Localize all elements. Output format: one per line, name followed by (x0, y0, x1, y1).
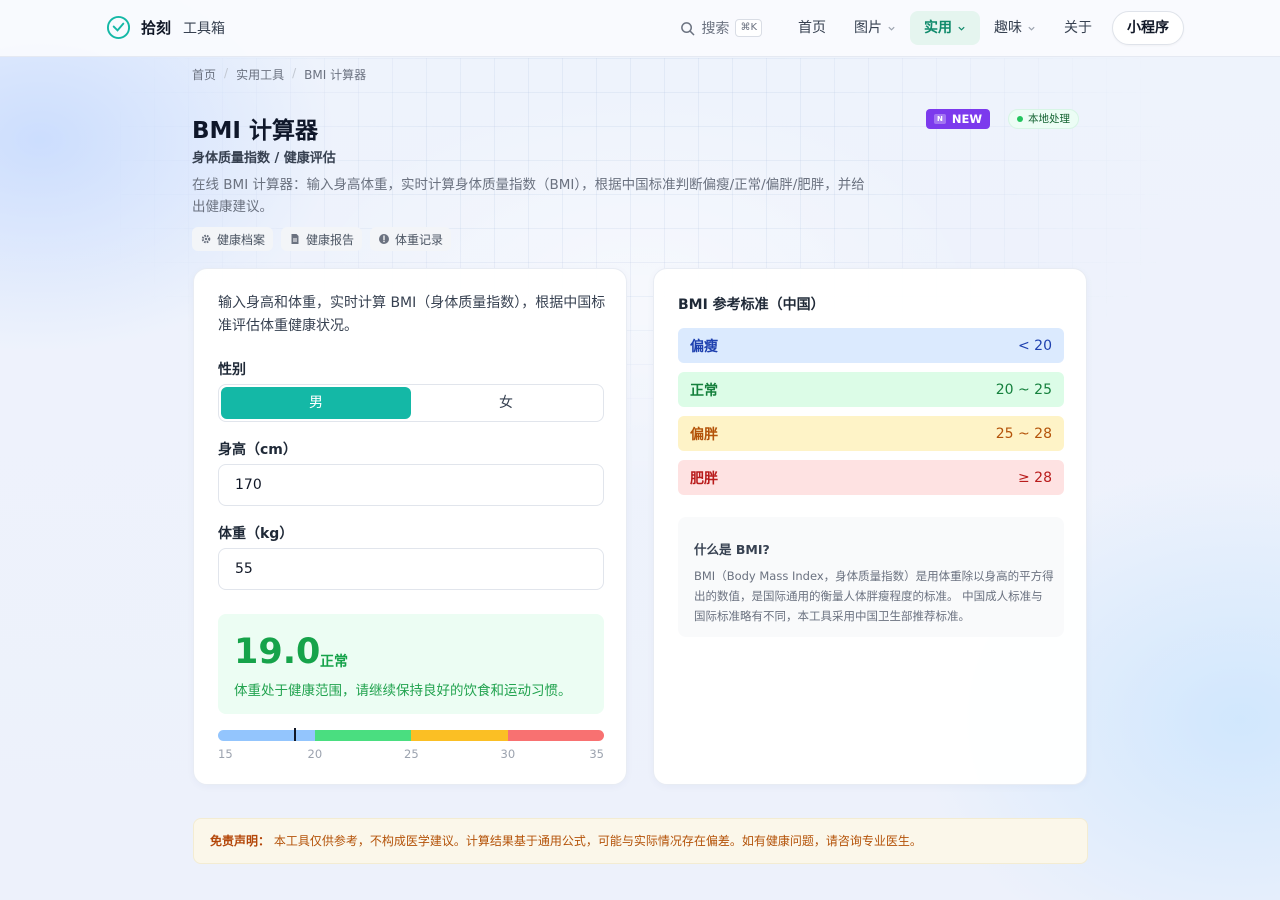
chevron-down-icon (1028, 26, 1035, 31)
mini-program-button[interactable]: 小程序 (1112, 11, 1184, 45)
bmi-result-panel: 19.0 正常 体重处于健康范围，请继续保持良好的饮食和运动习惯。 (218, 614, 604, 714)
gear-icon (201, 234, 211, 244)
breadcrumb-separator: / (292, 66, 297, 80)
new-badge: N NEW (926, 109, 991, 129)
document-icon (291, 234, 299, 244)
reference-row-category: 偏胖 (690, 426, 718, 443)
chevron-down-icon (888, 26, 895, 31)
breadcrumb: 首页 / 实用工具 / BMI 计算器 (192, 66, 366, 83)
local-processing-label: 本地处理 (1028, 113, 1071, 125)
local-processing-badge: 本地处理 (1008, 109, 1080, 129)
reference-row: 偏瘦 < 20 (678, 328, 1064, 363)
tag-label: 健康报告 (306, 232, 355, 247)
badge-group: N NEW 本地处理 (926, 109, 1080, 129)
bmi-scale-segment (314, 730, 411, 741)
reference-card: BMI 参考标准（中国） 偏瘦 < 20 正常 20 ~ 25 偏胖 25 ~ 28 肥胖 ≥… (653, 268, 1087, 785)
bmi-info-text: BMI（Body Mass Index，身体质量指数）是用体重除以身高的平方得出… (694, 569, 1054, 623)
bmi-scale-segment (411, 730, 508, 741)
logo[interactable]: 拾刻 工具箱 (106, 15, 225, 40)
reference-row-range: 25 ~ 28 (995, 425, 1052, 442)
nav-about-label: 关于 (1064, 20, 1092, 36)
bmi-scale-marker (294, 728, 297, 741)
page-title: BMI 计算器 (192, 118, 318, 144)
bmi-scale-bar (218, 730, 604, 741)
nav-images-label: 图片 (854, 20, 882, 36)
gender-toggle: 男 女 (218, 384, 604, 422)
bmi-scale-tick: 15 (218, 747, 233, 761)
height-label: 身高（cm） (218, 442, 297, 458)
page-description: 在线 BMI 计算器：输入身高体重，实时计算身体质量指数（BMI），根据中国标准… (192, 177, 865, 215)
bmi-scale-tick: 30 (500, 747, 516, 761)
search-icon (681, 21, 695, 35)
bmi-advice: 体重处于健康范围，请继续保持良好的饮食和运动习惯。 (234, 683, 572, 699)
reference-row: 偏胖 25 ~ 28 (678, 416, 1064, 451)
gender-label: 性别 (218, 362, 246, 378)
bmi-scale-ticks: 15 20 25 30 35 (218, 747, 604, 761)
reference-row-category: 肥胖 (690, 470, 718, 487)
reference-row-category: 偏瘦 (690, 338, 718, 355)
calculator-card: 输入身高和体重，实时计算 BMI（身体质量指数），根据中国标准评估体重健康状况。… (193, 268, 627, 785)
search-button[interactable]: 搜索 ⌘K (680, 18, 762, 38)
calculator-intro: 输入身高和体重，实时计算 BMI（身体质量指数），根据中国标准评估体重健康状况。 (218, 295, 606, 334)
breadcrumb-current: BMI 计算器 (304, 68, 367, 82)
chevron-down-icon (958, 26, 965, 31)
new-badge-icon: N (934, 114, 946, 124)
reference-row: 肥胖 ≥ 28 (678, 460, 1064, 495)
height-input[interactable]: 170 (218, 464, 604, 506)
gender-female-button[interactable]: 女 (411, 387, 601, 419)
new-badge-label: NEW (951, 112, 983, 126)
breadcrumb-separator: / (224, 66, 229, 80)
gender-male-button[interactable]: 男 (221, 387, 411, 419)
bmi-info-box: 什么是 BMI? BMI（Body Mass Index，身体质量指数）是用体重… (678, 517, 1064, 637)
bmi-scale-segment (507, 730, 604, 741)
logo-subtitle: 工具箱 (183, 20, 226, 37)
reference-row-range: ≥ 28 (1018, 469, 1052, 486)
bmi-info-title: 什么是 BMI? (694, 542, 770, 557)
disclaimer: 免责声明： 本工具仅供参考，不构成医学建议。计算结果基于通用公式，可能与实际情况… (193, 818, 1088, 864)
nav-home-label: 首页 (798, 20, 826, 36)
nav-home[interactable]: 首页 (784, 11, 840, 45)
disclaimer-label: 免责声明： (210, 834, 271, 848)
search-shortcut: ⌘K (735, 19, 762, 37)
bmi-scale-tick: 20 (307, 747, 323, 761)
page-content: 首页 / 实用工具 / BMI 计算器 BMI 计算器 身体质量指数 / 健康评… (0, 0, 1280, 900)
bmi-scale-tick: 35 (589, 747, 604, 761)
nav-practical[interactable]: 实用 (910, 11, 980, 45)
alert-circle-icon (379, 234, 390, 244)
tag-health-profile[interactable]: 健康档案 (192, 227, 274, 251)
status-dot (1017, 116, 1024, 122)
reference-row-range: 20 ~ 25 (995, 381, 1052, 398)
logo-name: 拾刻 (141, 19, 172, 37)
weight-label: 体重（kg） (218, 526, 294, 542)
bmi-category: 正常 (320, 654, 348, 670)
reference-row-category: 正常 (690, 382, 718, 399)
breadcrumb-home[interactable]: 首页 (192, 66, 216, 83)
weight-input[interactable]: 55 (218, 548, 604, 590)
nav-fun-label: 趣味 (994, 20, 1022, 36)
reference-row-range: < 20 (1018, 337, 1052, 354)
tag-label: 健康档案 (217, 232, 266, 247)
reference-row: 正常 20 ~ 25 (678, 372, 1064, 407)
bmi-scale-tick: 25 (404, 747, 419, 761)
bmi-value: 19.0 (234, 632, 321, 672)
main-nav: 搜索 ⌘K 首页 图片 实用 趣味 关于 小程序 (680, 11, 1184, 45)
related-tags: 健康档案 健康报告 体重记录 (192, 227, 452, 251)
nav-about[interactable]: 关于 (1050, 11, 1106, 45)
nav-fun[interactable]: 趣味 (980, 11, 1050, 45)
tag-weight-record[interactable]: 体重记录 (370, 227, 452, 251)
page-subtitle: 身体质量指数 / 健康评估 (192, 151, 336, 166)
tag-label: 体重记录 (395, 232, 444, 247)
top-header: 拾刻 工具箱 搜索 ⌘K 首页 图片 实用 趣味 关于 小程序 (0, 0, 1280, 57)
tag-health-report[interactable]: 健康报告 (281, 227, 363, 251)
clock-logo-icon (106, 15, 131, 40)
nav-images[interactable]: 图片 (840, 11, 910, 45)
bmi-scale-segment (218, 730, 315, 741)
disclaimer-text: 本工具仅供参考，不构成医学建议。计算结果基于通用公式，可能与实际情况存在偏差。如… (273, 834, 922, 848)
search-label: 搜索 (701, 21, 730, 37)
nav-practical-label: 实用 (924, 20, 952, 36)
reference-title: BMI 参考标准（中国） (678, 297, 825, 313)
breadcrumb-category[interactable]: 实用工具 (236, 66, 284, 83)
